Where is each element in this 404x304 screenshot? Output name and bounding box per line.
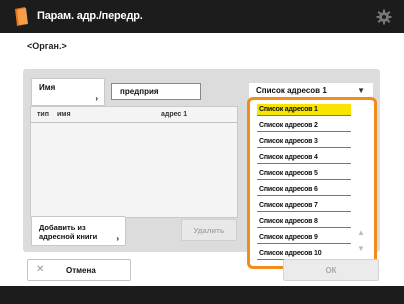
address-list-option-7[interactable]: Список адресов 7 <box>257 200 351 212</box>
sub-header: <Орган.> <box>0 33 404 59</box>
column-header-address: адрес 1 <box>161 111 188 118</box>
cancel-button-label: Отмена <box>66 266 96 275</box>
bottom-bar <box>0 286 404 304</box>
address-list-dropdown: Список адресов 1 Список адресов 2 Список… <box>247 97 377 269</box>
address-list-option-3[interactable]: Список адресов 3 <box>257 136 351 148</box>
address-list-option-6[interactable]: Список адресов 6 <box>257 184 351 196</box>
name-field[interactable]: предприя <box>111 83 201 100</box>
add-from-address-book-label: Добавить из адресной книги <box>39 223 98 241</box>
address-list-selected-value: Список адресов 1 <box>256 86 327 95</box>
address-list-option-8[interactable]: Список адресов 8 <box>257 216 351 228</box>
chevron-right-icon: › <box>95 94 98 103</box>
column-header-name: имя <box>57 111 71 118</box>
address-list-option-2[interactable]: Список адресов 2 <box>257 120 351 132</box>
name-button-label: Имя <box>39 83 56 92</box>
column-header-type: тип <box>37 111 49 118</box>
page-title: Парам. адр./передр. <box>37 10 143 22</box>
close-icon: ✕ <box>36 264 45 275</box>
address-list-option-5[interactable]: Список адресов 5 <box>257 168 351 180</box>
scroll-down-icon[interactable]: ▼ <box>357 244 365 253</box>
chevron-down-icon: ▼ <box>357 86 365 95</box>
members-table: тип имя адрес 1 <box>30 106 238 218</box>
chevron-right-icon: › <box>116 234 119 243</box>
address-list-option-4[interactable]: Список адресов 4 <box>257 152 351 164</box>
gear-icon[interactable] <box>376 9 392 25</box>
group-title: <Орган.> <box>27 41 67 51</box>
delete-button[interactable]: Удалить <box>181 219 237 241</box>
address-book-icon <box>15 7 28 26</box>
address-list-option-9[interactable]: Список адресов 9 <box>257 232 351 244</box>
title-bar: Парам. адр./передр. <box>0 0 404 33</box>
name-button[interactable]: Имя › <box>31 78 105 106</box>
add-from-address-book-button[interactable]: Добавить из адресной книги › <box>31 216 126 246</box>
ok-button[interactable]: ОК <box>283 259 379 281</box>
dropdown-scrollbar[interactable]: ▲ ▼ <box>353 104 371 262</box>
address-list-option-1[interactable]: Список адресов 1 <box>257 104 351 116</box>
scroll-up-icon[interactable]: ▲ <box>357 228 365 237</box>
table-header: тип имя адрес 1 <box>31 107 237 123</box>
cancel-button[interactable]: ✕ Отмена <box>27 259 131 281</box>
